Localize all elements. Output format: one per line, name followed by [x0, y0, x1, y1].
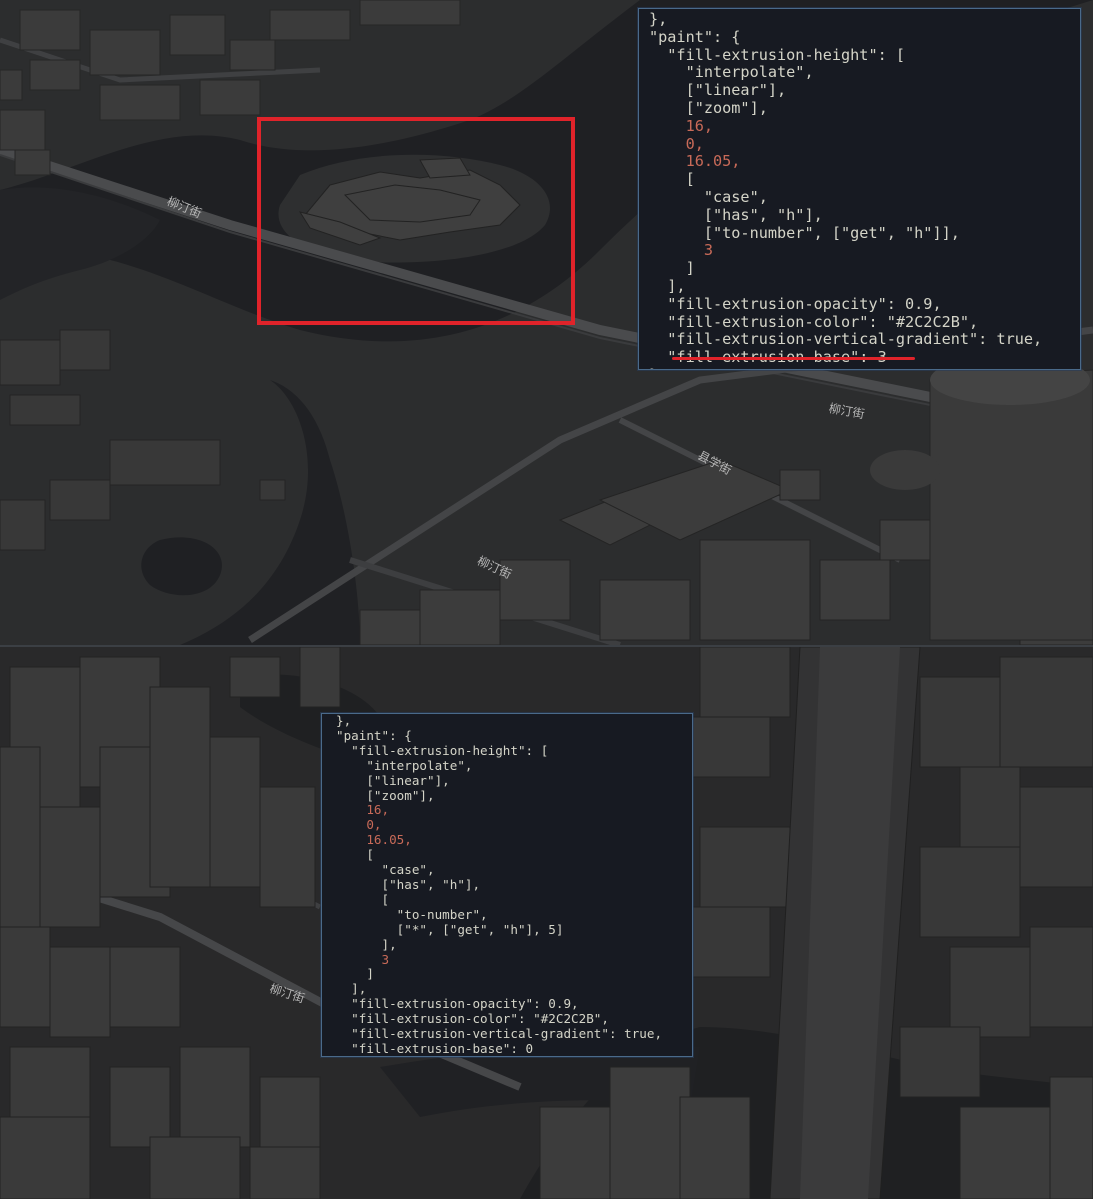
code-line: },: [649, 10, 668, 28]
code-line: "fill-extrusion-height": [: [649, 45, 906, 64]
code-line: "to-number",: [336, 906, 488, 922]
highlight-rectangle: [257, 117, 575, 325]
code-line: ["linear"],: [649, 81, 787, 100]
code-line: 16,: [649, 116, 714, 135]
code-line: ]: [649, 259, 695, 278]
code-line: 16.05,: [649, 152, 741, 171]
code-line: "fill-extrusion-vertical-gradient": true…: [649, 330, 1043, 349]
code-block-top: }, "paint": { "fill-extrusion-height": […: [639, 9, 1080, 369]
code-line: ]: [336, 966, 374, 982]
code-line: "fill-extrusion-opacity": 0.9,: [649, 294, 942, 313]
code-line: "fill-extrusion-base": 0: [336, 1040, 534, 1056]
code-line: ],: [336, 936, 397, 952]
code-line: 16.05,: [336, 832, 412, 848]
code-line: ["has", "h"],: [336, 876, 481, 892]
code-line: },: [649, 366, 667, 369]
map-view-top[interactable]: 柳汀街 柳汀街 县学街 柳汀街 }, "paint": { "fill-extr…: [0, 0, 1093, 645]
code-line: 3: [649, 241, 714, 260]
code-line: 3: [336, 951, 390, 967]
code-line: "fill-extrusion-opacity": 0.9,: [336, 996, 579, 1012]
code-line: ["linear"],: [336, 772, 450, 788]
code-line: 0,: [336, 817, 382, 833]
code-line: 0,: [649, 134, 704, 153]
code-line: "fill-extrusion-vertical-gradient": true…: [336, 1026, 663, 1042]
code-line: ["zoom"],: [336, 787, 435, 803]
code-block-bottom: }, "paint": { "fill-extrusion-height": […: [322, 713, 692, 1057]
code-line: "case",: [336, 862, 435, 878]
code-line: ["has", "h"],: [649, 205, 823, 224]
code-line: [: [336, 847, 374, 863]
code-line: "interpolate",: [336, 757, 473, 773]
code-line: "paint": {: [336, 727, 412, 743]
code-line: "fill-extrusion-color": "#2C2C2B",: [336, 1011, 609, 1027]
code-panel-bottom: }, "paint": { "fill-extrusion-height": […: [321, 713, 693, 1057]
code-line: ["*", ["get", "h"], 5]: [336, 921, 564, 937]
highlight-underline: [672, 357, 915, 360]
code-panel-top: }, "paint": { "fill-extrusion-height": […: [638, 8, 1081, 370]
code-line: },: [336, 1056, 351, 1057]
pond-water: [141, 537, 222, 596]
code-line: "paint": {: [649, 27, 741, 46]
code-line: "fill-extrusion-height": [: [336, 742, 549, 758]
code-line: "case",: [649, 187, 768, 206]
code-line: "fill-extrusion-color": "#2C2C2B",: [649, 312, 979, 331]
code-line: "interpolate",: [649, 63, 814, 82]
code-line: },: [336, 713, 352, 728]
map-view-bottom[interactable]: 柳汀街 }, "paint": { "fill-extrusion-height…: [0, 647, 1093, 1199]
code-line: ["zoom"],: [649, 98, 768, 117]
code-line: ["to-number", ["get", "h"]],: [649, 223, 960, 242]
code-line: ],: [336, 981, 367, 997]
code-line: 16,: [336, 802, 390, 818]
code-line: ],: [649, 276, 686, 295]
code-line: [: [649, 170, 695, 189]
code-line: [: [336, 891, 390, 907]
